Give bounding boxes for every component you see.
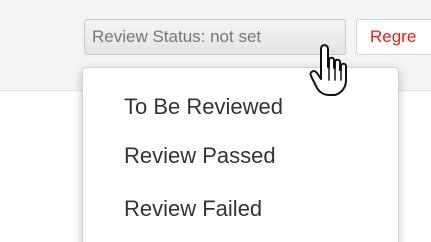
pointing-hand-cursor-icon: [309, 44, 347, 96]
regress-button[interactable]: Regre: [356, 19, 431, 55]
review-status-screen: Review Status: not set Regre To Be Revie…: [0, 0, 431, 242]
menu-item-review-passed[interactable]: Review Passed: [83, 130, 398, 182]
menu-item-review-failed[interactable]: Review Failed: [83, 183, 398, 235]
